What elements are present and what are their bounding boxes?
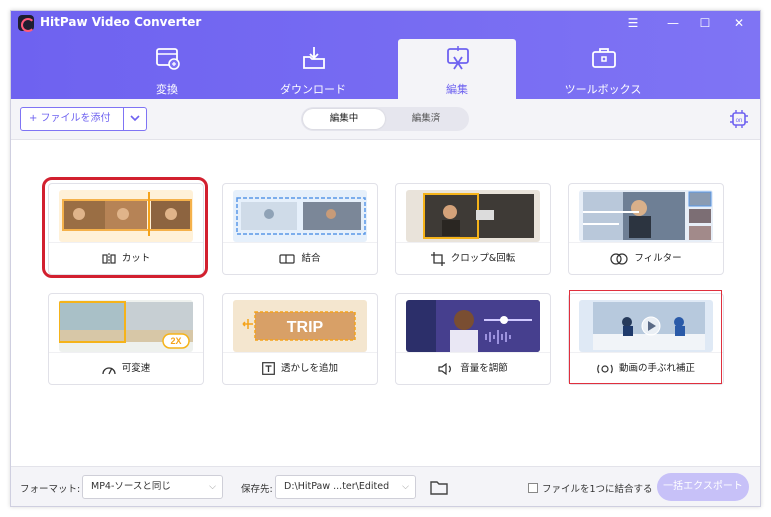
tool-label-merge: 結合 (301, 253, 321, 264)
folder-icon[interactable] (430, 479, 448, 495)
chevron-down-icon: ⌵ (209, 482, 216, 492)
highlight-stabilize (569, 290, 722, 384)
tab-toolbox[interactable]: ツールボックス (544, 39, 662, 99)
close-button[interactable]: ✕ (728, 14, 750, 32)
format-value: MP4-ソースと同じ (91, 481, 171, 492)
convert-icon (156, 48, 180, 70)
edit-status-toggle: 編集中 編集済 (301, 107, 469, 131)
tool-card-volume[interactable]: 音量を調節 (395, 293, 551, 385)
tab-edit-label: 編集 (446, 83, 468, 96)
speed-badge: 2X (170, 336, 181, 346)
save-location-label: 保存先: (241, 484, 273, 495)
segment-editing[interactable]: 編集中 (303, 109, 385, 129)
add-file-dropdown[interactable] (123, 107, 147, 131)
download-icon (303, 47, 325, 69)
hardware-acceleration-icon[interactable]: on (729, 109, 749, 129)
tab-convert[interactable]: 変換 (108, 39, 226, 99)
tab-toolbox-label: ツールボックス (564, 83, 642, 96)
bottom-bar: フォーマット: MP4-ソースと同じ ⌵ 保存先: D:\HitPaw ...t… (11, 466, 760, 506)
svg-text:on: on (736, 118, 743, 124)
tool-label-volume: 音量を調節 (460, 363, 508, 374)
export-all-button[interactable]: 一括エクスポート (657, 473, 749, 501)
tool-card-watermark[interactable]: TRIP 透かしを追加 (222, 293, 378, 385)
edit-icon (447, 46, 469, 70)
chevron-down-icon (130, 115, 140, 122)
minimize-button[interactable]: — (662, 14, 684, 32)
watermark-thumbnail: TRIP (233, 300, 367, 352)
app-window: HitPaw Video Converter ☰ — ☐ ✕ 変換 ダウンロード (10, 10, 761, 507)
format-select[interactable]: MP4-ソースと同じ ⌵ (82, 475, 223, 499)
tool-label-filter: フィルター (634, 253, 682, 264)
app-title: HitPaw Video Converter (40, 15, 202, 29)
save-location-value: D:\HitPaw ...ter\Edited (284, 481, 390, 492)
tab-edit[interactable]: 編集 (398, 39, 516, 99)
segment-edited[interactable]: 編集済 (385, 109, 467, 129)
title-bar: HitPaw Video Converter ☰ — ☐ ✕ (11, 11, 760, 37)
add-file-button[interactable]: + ファイルを添付 (20, 107, 124, 131)
speed-icon (102, 366, 116, 374)
tool-card-crop-rotate[interactable]: クロップ&回転 (395, 183, 551, 275)
merge-thumbnail (233, 190, 367, 242)
save-location-select[interactable]: D:\HitPaw ...ter\Edited ⌵ (275, 475, 416, 499)
filter-icon (610, 252, 628, 265)
watermark-icon (262, 362, 275, 375)
tool-label-crop-rotate: クロップ&回転 (450, 253, 516, 264)
tool-card-filter[interactable]: フィルター (568, 183, 724, 275)
tab-convert-label: 変換 (156, 83, 178, 96)
maximize-button[interactable]: ☐ (694, 14, 716, 32)
tool-label-speed: 可変速 (121, 363, 151, 374)
merge-icon (279, 253, 296, 264)
filter-thumbnail (579, 190, 713, 242)
tools-panel: カット 結合 クロップ&回転 フィルター 2X 可変速 TRIP 透かしを追加 … (11, 139, 760, 466)
highlight-cut (42, 177, 208, 278)
app-logo-icon (18, 15, 35, 32)
menu-icon[interactable]: ☰ (622, 14, 644, 32)
toolbar: + ファイルを添付 編集中 編集済 on (11, 99, 760, 139)
toolbox-icon (592, 48, 616, 68)
tool-card-merge[interactable]: 結合 (222, 183, 378, 275)
chevron-down-icon: ⌵ (402, 482, 409, 492)
merge-files-label: ファイルを1つに結合する (542, 484, 653, 495)
tool-label-watermark: 透かしを追加 (280, 363, 338, 374)
tool-card-speed[interactable]: 2X 可変速 (48, 293, 204, 385)
format-label: フォーマット: (20, 484, 81, 495)
crop-thumbnail (406, 190, 540, 242)
merge-files-checkbox[interactable] (528, 483, 538, 493)
tab-download-label: ダウンロード (280, 83, 346, 96)
speed-thumbnail: 2X (59, 300, 193, 352)
crop-icon (430, 251, 445, 266)
header: HitPaw Video Converter ☰ — ☐ ✕ 変換 ダウンロード (11, 11, 760, 99)
tab-download[interactable]: ダウンロード (254, 39, 372, 99)
volume-thumbnail (406, 300, 540, 352)
volume-icon (438, 362, 452, 375)
watermark-thumb-text: TRIP (287, 319, 324, 336)
